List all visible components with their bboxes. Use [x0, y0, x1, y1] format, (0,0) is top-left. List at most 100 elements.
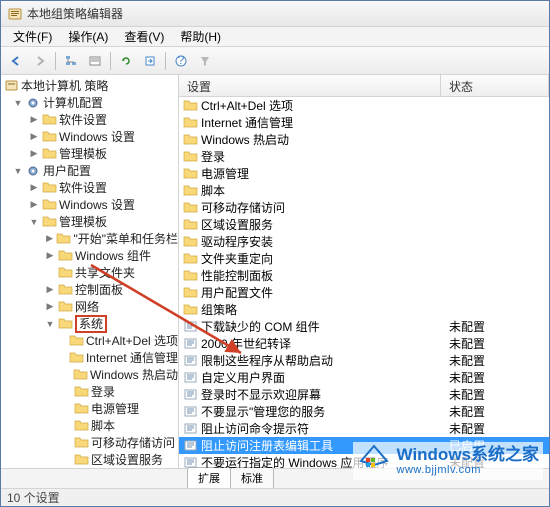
back-button[interactable] — [5, 50, 27, 72]
expander-icon[interactable] — [59, 351, 69, 365]
folder-icon — [41, 215, 57, 229]
tree-node[interactable]: ▶控制面板 — [1, 281, 178, 298]
tree-node[interactable]: Windows 热启动 — [1, 366, 178, 383]
list-item-label: 下载缺少的 COM 组件 — [199, 318, 441, 335]
list-row[interactable]: 驱动程序安装 — [179, 233, 549, 250]
menu-file[interactable]: 文件(F) — [5, 26, 60, 47]
expander-icon[interactable] — [59, 385, 73, 399]
expander-icon[interactable]: ▶ — [43, 249, 57, 263]
tree-node[interactable]: Ctrl+Alt+Del 选项 — [1, 332, 178, 349]
up-button[interactable] — [60, 50, 82, 72]
tree-node[interactable]: ▶Windows 设置 — [1, 128, 178, 145]
tree-node-label: 管理模板 — [59, 213, 107, 230]
list-row[interactable]: Internet 通信管理 — [179, 114, 549, 131]
export-button[interactable] — [139, 50, 161, 72]
tree-pane[interactable]: 本地计算机 策略▼计算机配置▶软件设置▶Windows 设置▶管理模板▼用户配置… — [1, 75, 179, 468]
tree-node[interactable]: 脚本 — [1, 417, 178, 434]
tree-node[interactable]: 电源管理 — [1, 400, 178, 417]
tree-node[interactable]: 区域设置服务 — [1, 451, 178, 468]
tree-node[interactable]: ▶ 网络 — [1, 298, 178, 315]
list-body[interactable]: Ctrl+Alt+Del 选项Internet 通信管理Windows 热启动登… — [179, 97, 549, 468]
column-state[interactable]: 状态 — [441, 75, 549, 96]
list-row[interactable]: 性能控制面板 — [179, 267, 549, 284]
tree-node[interactable]: Internet 通信管理 — [1, 349, 178, 366]
tree-node[interactable]: ▶ 软件设置 — [1, 111, 178, 128]
menu-action[interactable]: 操作(A) — [60, 26, 116, 47]
folder-icon — [73, 402, 89, 416]
expander-icon[interactable]: ▶ — [27, 113, 41, 127]
column-settings[interactable]: 设置 — [179, 75, 441, 96]
expander-icon[interactable]: ▶ — [27, 147, 41, 161]
list-row[interactable]: 组策略 — [179, 301, 549, 318]
menu-view[interactable]: 查看(V) — [116, 26, 172, 47]
expander-icon[interactable] — [59, 334, 69, 348]
expander-icon[interactable] — [59, 368, 73, 382]
tree-root[interactable]: 本地计算机 策略 — [1, 77, 178, 94]
expander-icon[interactable] — [59, 419, 73, 433]
expander-icon[interactable]: ▼ — [43, 317, 57, 331]
list-row[interactable]: 用户配置文件 — [179, 284, 549, 301]
expander-icon[interactable]: ▶ — [43, 300, 57, 314]
folder-icon — [181, 133, 199, 146]
tree-node[interactable]: ▶软件设置 — [1, 179, 178, 196]
properties-button[interactable] — [84, 50, 106, 72]
tree-node[interactable]: 登录 — [1, 383, 178, 400]
list-row[interactable]: 下载缺少的 COM 组件未配置 — [179, 318, 549, 335]
tree-node[interactable]: ▼计算机配置 — [1, 94, 178, 111]
tree-node[interactable]: ▼系统 — [1, 315, 178, 332]
refresh-button[interactable] — [115, 50, 137, 72]
list-row[interactable]: Windows 热启动 — [179, 131, 549, 148]
tree-node-label: 软件设置 — [59, 111, 107, 128]
tree-node-label: 电源管理 — [91, 400, 139, 417]
tree-icon — [64, 54, 78, 68]
list-row[interactable]: 2000 年世纪转译未配置 — [179, 335, 549, 352]
expander-icon[interactable] — [59, 436, 73, 450]
expander-icon[interactable]: ▼ — [11, 164, 25, 178]
expander-icon[interactable]: ▼ — [11, 96, 25, 110]
list-item-label: 2000 年世纪转译 — [199, 335, 441, 352]
tree-node[interactable]: 可移动存储访问 — [1, 434, 178, 451]
list-row[interactable]: 脚本 — [179, 182, 549, 199]
list-row[interactable]: 自定义用户界面未配置 — [179, 369, 549, 386]
list-row[interactable]: 可移动存储访问 — [179, 199, 549, 216]
list-row[interactable]: 区域设置服务 — [179, 216, 549, 233]
expander-icon[interactable]: ▶ — [27, 130, 41, 144]
tree-node[interactable]: ▼用户配置 — [1, 162, 178, 179]
expander-icon[interactable]: ▼ — [27, 215, 41, 229]
tree-node-label: 网络 — [75, 298, 99, 315]
titlebar[interactable]: 本地组策略编辑器 — [1, 1, 549, 27]
tab-standard[interactable]: 标准 — [230, 467, 274, 488]
statusbar: 10 个设置 — [1, 488, 549, 506]
folder-icon — [181, 99, 199, 112]
list-row[interactable]: 电源管理 — [179, 165, 549, 182]
tree-node[interactable]: ▶ Windows 设置 — [1, 196, 178, 213]
tree-node[interactable]: ▶"开始"菜单和任务栏 — [1, 230, 178, 247]
expander-icon[interactable]: ▶ — [43, 283, 57, 297]
help-button[interactable]: ? — [170, 50, 192, 72]
expander-icon[interactable] — [59, 453, 73, 467]
tree-node[interactable]: 共享文件夹 — [1, 264, 178, 281]
tree-node[interactable]: ▶管理模板 — [1, 145, 178, 162]
list-row[interactable]: 登录 — [179, 148, 549, 165]
list-item-label: 脚本 — [199, 182, 441, 199]
forward-button[interactable] — [29, 50, 51, 72]
tree-node-label: Windows 设置 — [59, 196, 135, 213]
arrow-right-icon — [33, 54, 47, 68]
tree-node[interactable]: ▼ 管理模板 — [1, 213, 178, 230]
list-row[interactable]: 阻止访问命令提示符未配置 — [179, 420, 549, 437]
menu-help[interactable]: 帮助(H) — [172, 26, 229, 47]
expander-icon[interactable] — [59, 402, 73, 416]
expander-icon[interactable]: ▶ — [43, 232, 56, 246]
list-row[interactable]: 文件夹重定向 — [179, 250, 549, 267]
expander-icon[interactable]: ▶ — [27, 181, 41, 195]
tab-extended[interactable]: 扩展 — [187, 467, 231, 488]
tree-node[interactable]: ▶Windows 组件 — [1, 247, 178, 264]
tree-node-label: 登录 — [91, 383, 115, 400]
list-row[interactable]: 限制这些程序从帮助启动未配置 — [179, 352, 549, 369]
expander-icon[interactable] — [43, 266, 57, 280]
list-row[interactable]: Ctrl+Alt+Del 选项 — [179, 97, 549, 114]
list-row[interactable]: 登录时不显示欢迎屏幕未配置 — [179, 386, 549, 403]
filter-button[interactable] — [194, 50, 216, 72]
expander-icon[interactable]: ▶ — [27, 198, 41, 212]
list-row[interactable]: 不要显示"管理您的服务未配置 — [179, 403, 549, 420]
